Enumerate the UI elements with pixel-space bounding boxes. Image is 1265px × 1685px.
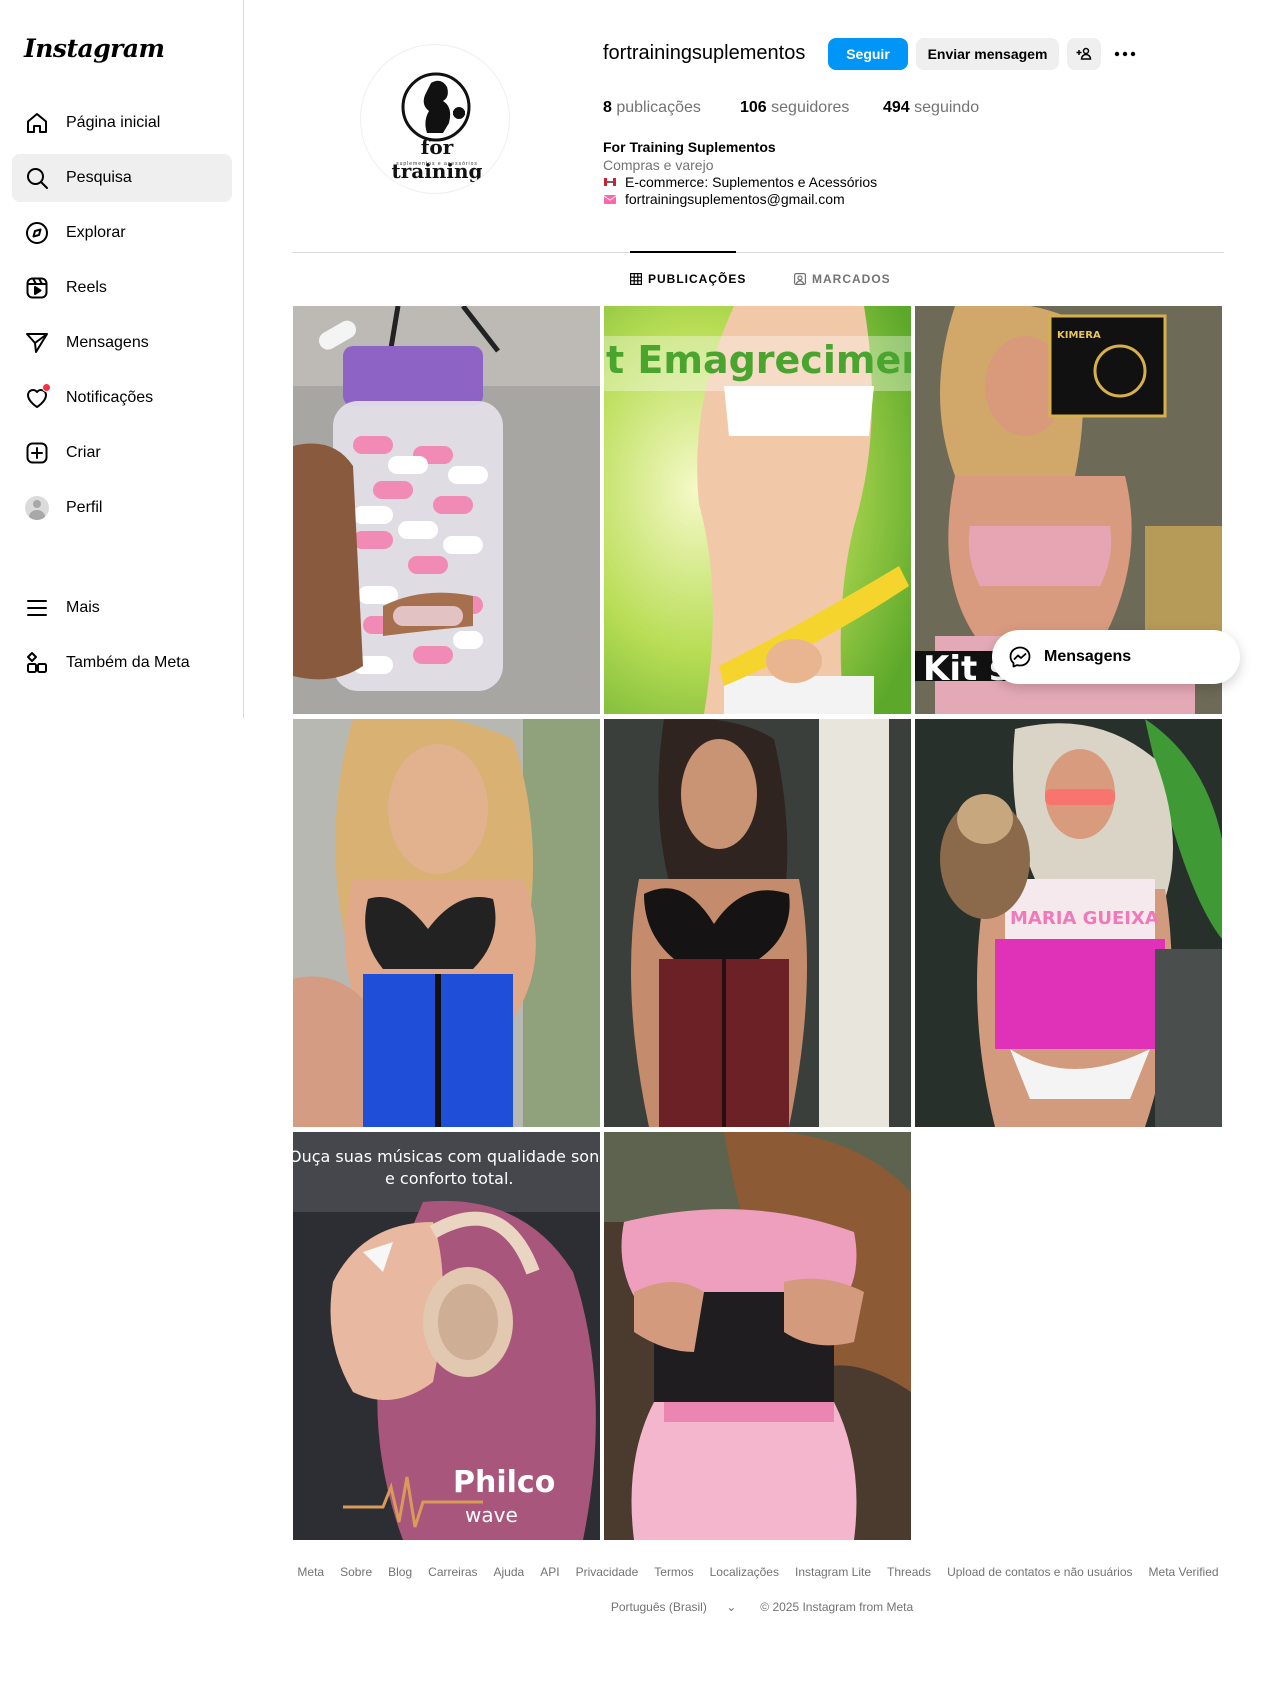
language-select[interactable]: Português (Brasil) ⌄ — [603, 1600, 744, 1614]
footer-link[interactable]: Threads — [887, 1565, 931, 1579]
sidebar-item-label: Perfil — [66, 499, 103, 516]
post-thumbnail[interactable]: t Emagrecimen — [604, 306, 911, 714]
bio-category: Compras e varejo — [603, 157, 714, 173]
sidebar-item-label: Criar — [66, 444, 101, 461]
footer-link[interactable]: Localizações — [710, 1565, 779, 1579]
avatar-icon — [24, 495, 50, 521]
sidebar-item-create[interactable]: Criar — [12, 429, 232, 477]
post-thumbnail[interactable]: Ouça suas músicas com qualidade sonora e… — [293, 1132, 600, 1540]
post-brand-subtext: wave — [465, 1503, 518, 1527]
footer-link[interactable]: Ajuda — [494, 1565, 525, 1579]
chevron-down-icon: ⌄ — [726, 1600, 737, 1614]
post-thumbnail[interactable] — [293, 306, 600, 714]
search-icon — [24, 165, 50, 191]
sidebar-item-search[interactable]: Pesquisa — [12, 154, 232, 202]
follow-button[interactable]: Seguir — [828, 38, 908, 70]
footer-link[interactable]: Meta — [297, 1565, 324, 1579]
profile-username: fortrainingsuplementos — [603, 42, 806, 64]
instagram-logo[interactable]: Instagram — [24, 34, 165, 63]
plus-square-icon — [24, 440, 50, 466]
copyright: © 2025 Instagram from Meta — [760, 1600, 914, 1614]
sidebar-item-explore[interactable]: Explorar — [12, 209, 232, 257]
sidebar-item-meta[interactable]: Também da Meta — [12, 639, 232, 687]
add-user-icon — [1076, 47, 1092, 60]
post-thumbnail[interactable] — [604, 1132, 911, 1540]
sidebar-item-label: Página inicial — [66, 114, 161, 131]
sidebar-item-label: Explorar — [66, 224, 126, 241]
post-thumbnail[interactable]: MARIA GUEIXA — [915, 719, 1222, 1127]
tagged-icon — [794, 273, 806, 285]
post-overlay-text: e conforto total. — [385, 1169, 513, 1188]
sidebar-item-label: Também da Meta — [66, 654, 190, 671]
sidebar-item-notifications[interactable]: Notificações — [12, 374, 232, 422]
menu-icon — [24, 595, 50, 621]
tabs-divider — [292, 252, 1224, 253]
send-message-button[interactable]: Enviar mensagem — [916, 38, 1059, 70]
tab-posts[interactable]: PUBLICAÇÕES — [630, 272, 746, 286]
footer-link[interactable]: Sobre — [340, 1565, 372, 1579]
profile-logo-text: for training — [391, 135, 483, 183]
sidebar-item-label: Notificações — [66, 389, 154, 406]
footer-links: Meta Sobre Blog Carreiras Ajuda API Priv… — [292, 1565, 1224, 1579]
footer-link[interactable]: Privacidade — [576, 1565, 639, 1579]
post-product-text: KIMERA — [1057, 330, 1101, 341]
sidebar-item-label: Mais — [66, 599, 100, 616]
barbell-icon — [603, 175, 617, 189]
sidebar-item-profile[interactable]: Perfil — [12, 484, 232, 532]
footer-link[interactable]: Instagram Lite — [795, 1565, 871, 1579]
footer-link[interactable]: Meta Verified — [1149, 1565, 1219, 1579]
footer-link[interactable]: Carreiras — [428, 1565, 477, 1579]
messenger-icon — [1009, 646, 1031, 668]
more-options-icon[interactable] — [1112, 44, 1138, 64]
floating-messages-button[interactable]: Mensagens — [992, 630, 1240, 684]
post-overlay-text: MARIA GUEIXA — [1010, 908, 1159, 929]
bio-email: fortrainingsuplementos@gmail.com — [603, 191, 845, 207]
suggest-user-button[interactable] — [1067, 38, 1101, 70]
sidebar-item-label: Mensagens — [66, 334, 149, 351]
active-tab-indicator — [630, 251, 736, 253]
meta-apps-icon — [24, 650, 50, 676]
footer-bottom: Português (Brasil) ⌄ © 2025 Instagram fr… — [292, 1600, 1224, 1614]
footer-link[interactable]: API — [540, 1565, 559, 1579]
profile-picture[interactable]: for training suplementos e acessórios — [360, 44, 510, 194]
post-brand-text: Philco — [453, 1465, 555, 1500]
heart-icon — [24, 383, 51, 411]
sidebar-item-label: Reels — [66, 279, 107, 296]
reels-icon — [24, 275, 50, 301]
tab-tagged[interactable]: MARCADOS — [794, 272, 891, 286]
post-thumbnail[interactable] — [293, 719, 600, 1127]
post-overlay-text: t Emagrecimen — [606, 338, 911, 382]
sidebar-item-reels[interactable]: Reels — [12, 264, 232, 312]
footer-link[interactable]: Upload de contatos e não usuários — [947, 1565, 1132, 1579]
sidebar-item-home[interactable]: Página inicial — [12, 99, 232, 147]
envelope-icon — [603, 192, 617, 206]
footer-link[interactable]: Blog — [388, 1565, 412, 1579]
post-thumbnail[interactable] — [604, 719, 911, 1127]
bio-line: E-commerce: Suplementos e Acessórios — [603, 174, 877, 190]
footer-link[interactable]: Termos — [654, 1565, 693, 1579]
post-overlay-text: Ouça suas músicas com qualidade sonora — [293, 1147, 600, 1166]
compass-icon — [24, 220, 50, 246]
home-icon — [24, 110, 50, 136]
grid-icon — [630, 273, 642, 285]
following-count[interactable]: 494 seguindo — [883, 99, 979, 117]
sidebar: Instagram Página inicial Pesquisa Explor… — [0, 0, 244, 718]
notification-dot — [42, 383, 51, 392]
posts-count: 8 publicações — [603, 99, 701, 116]
sidebar-item-more[interactable]: Mais — [12, 584, 232, 632]
sidebar-item-messages[interactable]: Mensagens — [12, 319, 232, 367]
profile-logo-subtext: suplementos e acessórios — [396, 161, 478, 167]
bio-name: For Training Suplementos — [603, 139, 776, 155]
send-icon — [24, 330, 50, 356]
followers-count[interactable]: 106 seguidores — [740, 99, 849, 117]
sidebar-item-label: Pesquisa — [66, 169, 132, 186]
